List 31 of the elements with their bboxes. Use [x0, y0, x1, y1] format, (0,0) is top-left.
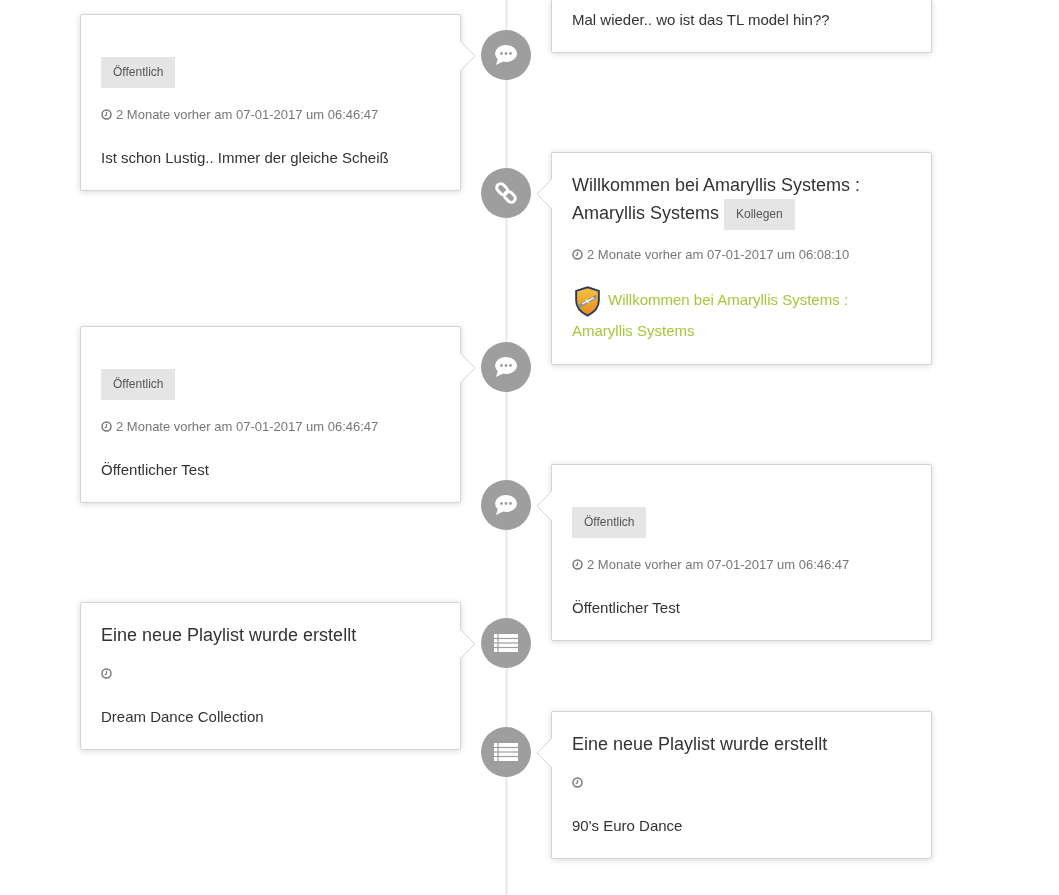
clock-icon	[572, 248, 583, 260]
visibility-badge: Kollegen	[724, 199, 795, 230]
post-text: Dream Dance Collection	[101, 707, 265, 727]
clock-icon	[572, 558, 583, 570]
clock-icon	[101, 108, 112, 120]
clock-icon	[572, 776, 583, 788]
post-title: Willkommen bei Amaryllis Systems : Amaryllis Systems Kollegen	[572, 172, 911, 230]
shield-logo-icon	[575, 286, 600, 317]
post-title: Eine neue Playlist wurde erstellt	[101, 624, 358, 647]
visibility-badge: Öffentlich	[101, 57, 176, 88]
timestamp-text: 2 Monate vorher am 07-01-2017 um 06:46:47	[587, 556, 850, 572]
timestamp-text: 2 Monate vorher am 07-01-2017 um 06:46:47	[116, 418, 379, 434]
list-icon	[481, 727, 531, 777]
post-text: Ist schon Lustig.. Immer der gleiche Scheiß	[101, 148, 390, 168]
speech-bubble-icon	[481, 480, 531, 530]
timestamp-text: 2 Monate vorher am 07-01-2017 um 06:08:10	[587, 246, 850, 262]
visibility-badge: Öffentlich	[572, 507, 647, 538]
visibility-badge: Öffentlich	[101, 369, 176, 400]
link-icon	[481, 168, 531, 218]
post-link[interactable]: Willkommen bei Amaryllis Systems : Amaryllis Systems	[572, 286, 911, 344]
post-title: Eine neue Playlist wurde erstellt	[572, 733, 829, 756]
clock-icon	[101, 667, 112, 679]
speech-bubble-icon	[481, 30, 531, 80]
list-icon	[481, 618, 531, 668]
post-text: Öffentlicher Test	[101, 460, 210, 480]
clock-icon	[101, 420, 112, 432]
post-text: Öffentlicher Test	[572, 598, 681, 618]
post-text: Mal wieder.. wo ist das TL model hin??	[572, 10, 831, 30]
speech-bubble-icon	[481, 342, 531, 392]
post-text: 90's Euro Dance	[572, 816, 684, 836]
timestamp-text: 2 Monate vorher am 07-01-2017 um 06:46:47	[116, 106, 379, 122]
